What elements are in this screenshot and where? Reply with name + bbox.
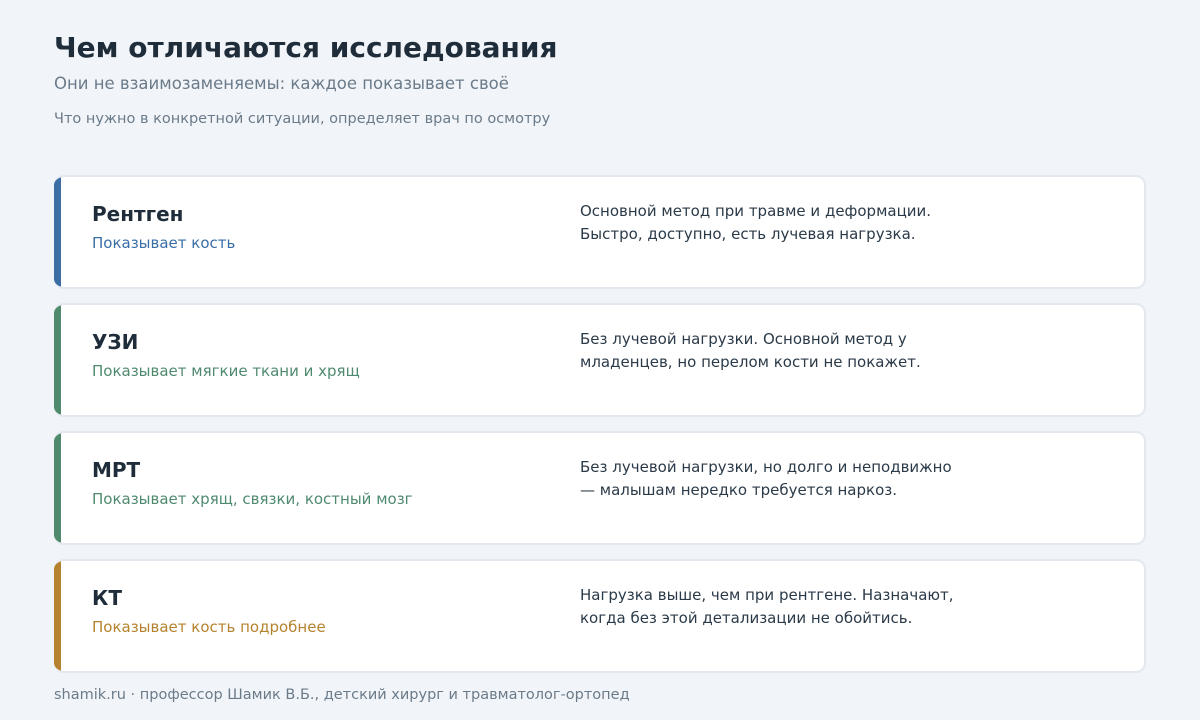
page-header: Чем отличаются исследования Они не взаим…: [54, 30, 557, 130]
method-card-mri: МРТ Показывает хрящ, связки, костный моз…: [54, 431, 1146, 545]
card-accent-bar: [54, 433, 61, 543]
method-description: Нагрузка выше, чем при рентгене. Назнача…: [580, 586, 954, 627]
card-accent-bar: [54, 177, 61, 287]
method-name: УЗИ: [92, 330, 139, 354]
method-shows: Показывает кость подробнее: [92, 618, 326, 636]
page-footer: shamik.ru · профессор Шамик В.Б., детски…: [54, 687, 630, 703]
method-name: Рентген: [92, 202, 184, 226]
method-name: МРТ: [92, 458, 141, 482]
method-card-ultrasound: УЗИ Показывает мягкие ткани и хрящ Без л…: [54, 303, 1146, 417]
method-shows: Показывает кость: [92, 234, 236, 252]
method-card-list: Рентген Показывает кость Основной метод …: [54, 175, 1146, 687]
card-accent-bar: [54, 305, 61, 415]
method-description: Без лучевой нагрузки. Основной метод у м…: [580, 330, 921, 371]
page-note: Что нужно в конкретной ситуации, определ…: [54, 111, 551, 127]
card-accent-bar: [54, 561, 61, 671]
method-card-xray: Рентген Показывает кость Основной метод …: [54, 175, 1146, 289]
page-title: Чем отличаются исследования: [54, 31, 558, 64]
method-description: Без лучевой нагрузки, но долго и неподви…: [580, 458, 952, 499]
method-shows: Показывает хрящ, связки, костный мозг: [92, 490, 413, 508]
method-description: Основной метод при травме и деформации. …: [580, 202, 932, 243]
method-card-ct: КТ Показывает кость подробнее Нагрузка в…: [54, 559, 1146, 673]
method-name: КТ: [92, 586, 122, 610]
page-subtitle: Они не взаимозаменяемы: каждое показывае…: [54, 74, 509, 93]
method-shows: Показывает мягкие ткани и хрящ: [92, 362, 360, 380]
